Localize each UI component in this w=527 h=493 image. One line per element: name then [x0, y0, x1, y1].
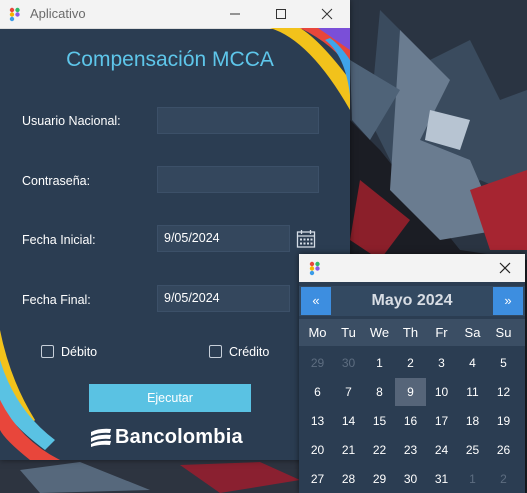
calendar-day[interactable]: 10 [426, 378, 457, 406]
calendar-day[interactable]: 4 [457, 349, 488, 377]
calendar-day[interactable]: 18 [457, 407, 488, 435]
weekday-we: We [369, 325, 390, 340]
prev-month-button[interactable]: « [301, 287, 331, 315]
calendar-day[interactable]: 2 [488, 465, 519, 493]
calendar-day[interactable]: 23 [395, 436, 426, 464]
calendar-day[interactable]: 1 [364, 349, 395, 377]
calendar-day[interactable]: 20 [302, 436, 333, 464]
calendar-day[interactable]: 29 [364, 465, 395, 493]
fecha-final-input[interactable]: 9/05/2024 [157, 285, 290, 312]
credito-label: Crédito [229, 345, 270, 359]
calendar-day[interactable]: 30 [395, 465, 426, 493]
weekday-th: Th [402, 325, 419, 340]
fecha-inicial-calendar-button[interactable] [294, 227, 318, 251]
calendar-day[interactable]: 29 [302, 349, 333, 377]
debito-checkbox[interactable] [41, 345, 54, 358]
weekday-mo: Mo [308, 325, 327, 340]
calendar-day[interactable]: 1 [457, 465, 488, 493]
brand-name: Bancolombia [115, 425, 243, 448]
bancolombia-logo-icon [91, 428, 111, 447]
weekday-su: Su [495, 325, 512, 340]
minimize-icon [230, 13, 240, 15]
credito-checkbox[interactable] [209, 345, 222, 358]
weekday-fr: Fr [435, 325, 448, 340]
fecha-inicial-label: Fecha Inicial: [22, 233, 96, 247]
usuario-input[interactable] [157, 107, 319, 134]
close-icon [321, 8, 333, 20]
maximize-button[interactable] [258, 0, 304, 28]
calendar-close-button[interactable] [485, 254, 525, 282]
calendar-popup-window: « Mayo 2024 » Mo Tu We Th Fr Sa Su 29 30 1 2 3 4 5 6 7… [299, 254, 525, 493]
selected-day[interactable]: 9 [395, 378, 426, 406]
minimize-button[interactable] [212, 0, 258, 28]
calendar-day[interactable]: 21 [333, 436, 364, 464]
calendar-icon [296, 230, 316, 248]
calendar-day[interactable]: 19 [488, 407, 519, 435]
weekday-tu: Tu [341, 325, 356, 340]
calendar-header: « Mayo 2024 » [299, 286, 525, 316]
calendar-day[interactable]: 25 [457, 436, 488, 464]
calendar-day[interactable]: 15 [364, 407, 395, 435]
calendar-day[interactable]: 7 [333, 378, 364, 406]
maximize-icon [276, 9, 286, 19]
calendar-day[interactable]: 11 [457, 378, 488, 406]
app-icon [309, 261, 320, 276]
calendar-day[interactable]: 27 [302, 465, 333, 493]
calendar-day[interactable]: 3 [426, 349, 457, 377]
password-input[interactable] [157, 166, 319, 193]
month-title: Mayo 2024 [371, 292, 453, 309]
window-title: Aplicativo [30, 6, 86, 21]
title-bar[interactable]: Aplicativo [0, 0, 350, 29]
fecha-final-label: Fecha Final: [22, 293, 91, 307]
calendar-day[interactable]: 6 [302, 378, 333, 406]
usuario-label: Usuario Nacional: [22, 114, 121, 128]
ejecutar-button[interactable]: Ejecutar [89, 384, 251, 412]
calendar-day[interactable]: 8 [364, 378, 395, 406]
close-button[interactable] [304, 0, 350, 28]
calendar-day[interactable]: 30 [333, 349, 364, 377]
weekday-sa: Sa [464, 325, 481, 340]
next-month-button[interactable]: » [493, 287, 523, 315]
calendar-day[interactable]: 14 [333, 407, 364, 435]
calendar-day[interactable]: 16 [395, 407, 426, 435]
calendar-day[interactable]: 12 [488, 378, 519, 406]
close-icon [499, 262, 511, 274]
calendar-day[interactable]: 31 [426, 465, 457, 493]
app-icon [9, 7, 20, 22]
form-heading: Compensación MCCA [66, 48, 274, 71]
calendar-day[interactable]: 22 [364, 436, 395, 464]
main-window: Aplicativo Compensación MCCA Usuario Nac… [0, 0, 350, 460]
weekday-header-row: Mo Tu We Th Fr Sa Su [299, 319, 525, 346]
calendar-day[interactable]: 5 [488, 349, 519, 377]
calendar-title-bar[interactable] [299, 254, 525, 282]
password-label: Contraseña: [22, 174, 91, 188]
calendar-day[interactable]: 17 [426, 407, 457, 435]
calendar-day[interactable]: 26 [488, 436, 519, 464]
fecha-inicial-input[interactable]: 9/05/2024 [157, 225, 290, 252]
bancolombia-logo: Bancolombia [90, 425, 243, 449]
calendar-day[interactable]: 2 [395, 349, 426, 377]
calendar-day[interactable]: 28 [333, 465, 364, 493]
calendar-day[interactable]: 13 [302, 407, 333, 435]
debito-label: Débito [61, 345, 98, 359]
calendar-day[interactable]: 24 [426, 436, 457, 464]
